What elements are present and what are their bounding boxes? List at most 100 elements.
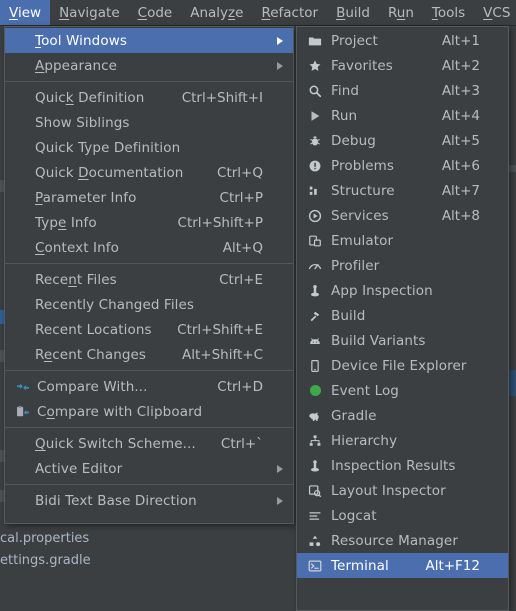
menu-item-shortcut: Alt+5 [441,132,480,149]
menubar-item-analyze[interactable]: Analyze [181,0,252,25]
tool-windows-submenu-popup[interactable]: Project Alt+1 Favorites Alt+2 Find Alt+3 Run Al… [296,26,509,611]
android-icon [303,334,327,348]
tool-window-item-inspection-results[interactable]: Inspection Results [297,453,508,478]
menu-item-shortcut: Alt+Q [222,239,263,256]
menubar-item-run[interactable]: Run [379,0,423,25]
logcat-icon [303,509,327,523]
view-menu-item-active-editor[interactable]: Active Editor [5,456,293,481]
file-item[interactable]: ettings.gradle [0,550,300,572]
view-menu-item-recent-locations[interactable]: Recent Locations Ctrl+Shift+E [5,317,293,342]
menubar-item-view[interactable]: View [0,0,51,25]
star-icon [303,59,327,73]
menubar-item-refactor[interactable]: Refactor [252,0,327,25]
menu-item-label: Gradle [331,407,377,424]
tool-window-item-problems[interactable]: Problems Alt+6 [297,153,508,178]
menu-item-label: Terminal [331,557,389,574]
tool-window-item-logcat[interactable]: Logcat [297,503,508,528]
tool-window-item-build-variants[interactable]: Build Variants [297,328,508,353]
view-menu-item-context-info[interactable]: Context Info Alt+Q [5,235,293,260]
menu-item-label: Device File Explorer [331,357,467,374]
tool-window-item-hierarchy[interactable]: Hierarchy [297,428,508,453]
file-item[interactable]: cal.properties [0,528,300,550]
view-menu-item-compare-with[interactable]: Compare With... Ctrl+D [5,374,293,399]
menu-item-shortcut: Alt+2 [441,57,480,74]
menu-item-shortcut: Alt+F12 [425,557,480,574]
menu-item-label: Bidi Text Base Direction [35,492,197,509]
menu-item-shortcut: Ctrl+P [219,189,263,206]
menu-item-shortcut: Alt+3 [441,82,480,99]
tool-window-item-event-log[interactable]: Event Log [297,378,508,403]
view-menu-item-bidi-text-base-direction[interactable]: Bidi Text Base Direction [5,488,293,513]
view-menu-item-recently-changed-files[interactable]: Recently Changed Files [5,292,293,317]
menu-separator [5,370,293,371]
main-menu-bar[interactable]: View Navigate Code Analyze Refactor Build Run T… [0,0,516,26]
view-menu-item-compare-with-clipboard[interactable]: Compare with Clipboard [5,399,293,424]
view-menu-item-quick-switch-scheme[interactable]: Quick Switch Scheme... Ctrl+` [5,431,293,456]
view-menu-item-quick-definition[interactable]: Quick Definition Ctrl+Shift+I [5,85,293,110]
tool-window-item-project[interactable]: Project Alt+1 [297,28,508,53]
view-menu-item-recent-changes[interactable]: Recent Changes Alt+Shift+C [5,342,293,367]
view-menu-item-type-info[interactable]: Type Info Ctrl+Shift+P [5,210,293,235]
menu-separator [5,427,293,428]
hierarchy-icon [303,434,327,448]
menubar-item-label: Code [137,4,173,21]
view-menu-popup[interactable]: Tool Windows Appearance Quick Definition Ct… [4,26,294,524]
view-menu-item-parameter-info[interactable]: Parameter Info Ctrl+P [5,185,293,210]
menu-item-label: Project [331,32,378,49]
menu-item-label: Recent Changes [35,346,147,363]
menu-item-label: Logcat [331,507,377,524]
menu-item-label: Show Siblings [35,114,130,131]
tool-window-item-debug[interactable]: Debug Alt+5 [297,128,508,153]
view-menu-item-appearance[interactable]: Appearance [5,53,293,78]
menu-item-label: Layout Inspector [331,482,446,499]
tool-window-item-build[interactable]: Build [297,303,508,328]
tool-window-item-run[interactable]: Run Alt+4 [297,103,508,128]
tool-window-item-find[interactable]: Find Alt+3 [297,78,508,103]
menubar-item-label: Navigate [59,4,120,21]
menubar-item-code[interactable]: Code [129,0,182,25]
menu-item-label: Parameter Info [35,189,137,206]
tool-window-item-profiler[interactable]: Profiler [297,253,508,278]
menubar-item-build[interactable]: Build [327,0,379,25]
gutter-marker [509,165,516,172]
view-menu-item-show-siblings[interactable]: Show Siblings [5,110,293,135]
menu-item-shortcut: Ctrl+Shift+P [177,214,263,231]
compare-clipboard-icon [11,405,35,419]
menu-item-label: Find [331,82,360,99]
view-menu-item-recent-files[interactable]: Recent Files Ctrl+E [5,267,293,292]
tool-window-item-terminal[interactable]: Terminal Alt+F12 [297,553,508,578]
menubar-item-tools[interactable]: Tools [423,0,474,25]
tool-window-item-emulator[interactable]: Emulator [297,228,508,253]
tool-window-item-app-inspection[interactable]: App Inspection [297,278,508,303]
device-icon [303,359,327,373]
hammer-icon [303,309,327,323]
menu-item-label: Active Editor [35,460,123,477]
tool-window-item-resource-manager[interactable]: Resource Manager [297,528,508,553]
services-icon [303,209,327,223]
menu-item-label: Recent Locations [35,321,152,338]
menu-item-label: Compare with Clipboard [37,403,203,420]
menu-item-label: Inspection Results [331,457,456,474]
view-menu-item-tool-windows[interactable]: Tool Windows [5,28,293,53]
view-menu-item-quick-documentation[interactable]: Quick Documentation Ctrl+Q [5,160,293,185]
menu-item-label: Quick Definition [35,89,145,106]
terminal-icon [303,559,327,573]
menu-item-label: Problems [331,157,395,174]
tool-window-item-structure[interactable]: Structure Alt+7 [297,178,508,203]
event-log-icon [303,385,327,396]
app-inspection-icon [303,284,327,298]
tool-window-item-gradle[interactable]: Gradle [297,403,508,428]
menubar-item-navigate[interactable]: Navigate [50,0,129,25]
inspection-results-icon [303,459,327,473]
menu-item-label: Type Info [35,214,97,231]
tool-window-item-layout-inspector[interactable]: Layout Inspector [297,478,508,503]
problems-icon [303,159,327,173]
menu-item-label: Structure [331,182,395,199]
view-menu-item-quick-type-definition[interactable]: Quick Type Definition [5,135,293,160]
menubar-item-vcs[interactable]: VCS [474,0,516,25]
menu-item-label: Appearance [35,57,118,74]
tool-window-item-favorites[interactable]: Favorites Alt+2 [297,53,508,78]
menu-item-label: Hierarchy [331,432,398,449]
tool-window-item-device-file-explorer[interactable]: Device File Explorer [297,353,508,378]
tool-window-item-services[interactable]: Services Alt+8 [297,203,508,228]
